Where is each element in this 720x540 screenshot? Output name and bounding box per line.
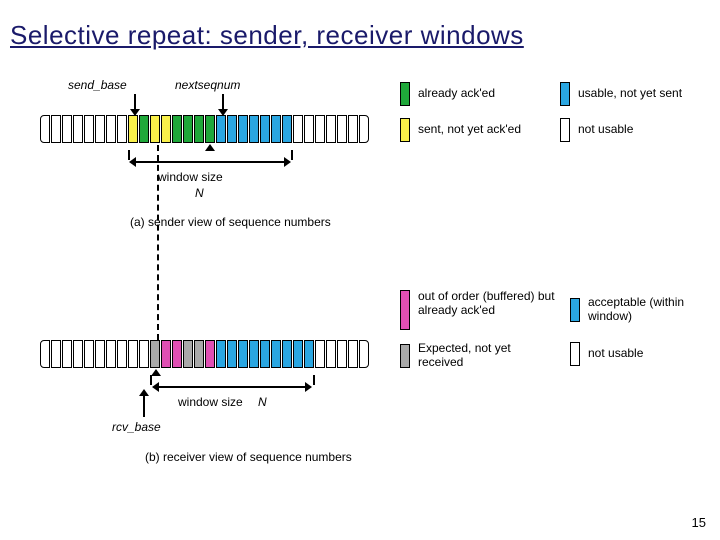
arrow-send-base (134, 94, 136, 110)
swatch-white (560, 118, 570, 142)
legend-usable: usable, not yet sent (560, 82, 682, 106)
label-nextseqnum: nextseqnum (175, 78, 240, 92)
legend-not-usable-a: not usable (560, 118, 633, 142)
window-tick-right-a (291, 150, 293, 160)
legend-text-expected: Expected, not yet received (418, 342, 558, 370)
receiver-sequence (40, 340, 370, 368)
arrow-rcv-base (143, 395, 145, 417)
swatch-blue-b (570, 298, 580, 322)
page-number: 15 (692, 515, 706, 530)
caption-a: (a) sender view of sequence numbers (130, 215, 331, 229)
caption-b: (b) receiver view of sequence numbers (145, 450, 352, 464)
legend-text-not-usable-b: not usable (588, 347, 643, 361)
legend-text-usable: usable, not yet sent (578, 87, 682, 101)
label-window-size-a: window size (158, 170, 223, 184)
swatch-blue (560, 82, 570, 106)
arrow-nextseqnum (222, 94, 224, 110)
legend-text-sent-not-acked: sent, not yet ack'ed (418, 123, 521, 137)
legend-text-buffered: out of order (buffered) but already ack'… (418, 290, 558, 318)
window-up-a (209, 150, 211, 160)
legend-acceptable: acceptable (within window) (570, 296, 708, 324)
label-N-b: N (258, 395, 267, 409)
sender-sequence (40, 115, 370, 143)
legend-text-already-acked: already ack'ed (418, 87, 495, 101)
legend-buffered: out of order (buffered) but already ack'… (400, 290, 558, 330)
dashed-connector (157, 145, 159, 340)
legend-not-usable-b: not usable (570, 342, 643, 366)
window-tick-right-b (313, 375, 315, 385)
legend-text-not-usable-a: not usable (578, 123, 633, 137)
legend-expected: Expected, not yet received (400, 342, 558, 370)
swatch-green (400, 82, 410, 106)
label-rcv-base: rcv_base (112, 420, 161, 434)
swatch-gray (400, 344, 410, 368)
slide-title: Selective repeat: sender, receiver windo… (10, 20, 524, 51)
legend-already-acked: already ack'ed (400, 82, 495, 106)
window-span-b (158, 386, 306, 388)
legend-sent-not-acked: sent, not yet ack'ed (400, 118, 521, 142)
label-send-base: send_base (68, 78, 127, 92)
label-N-a: N (195, 186, 204, 200)
swatch-white-b (570, 342, 580, 366)
swatch-magenta (400, 290, 410, 330)
label-window-size-b: window size (178, 395, 243, 409)
legend-text-acceptable: acceptable (within window) (588, 296, 708, 324)
swatch-yellow (400, 118, 410, 142)
